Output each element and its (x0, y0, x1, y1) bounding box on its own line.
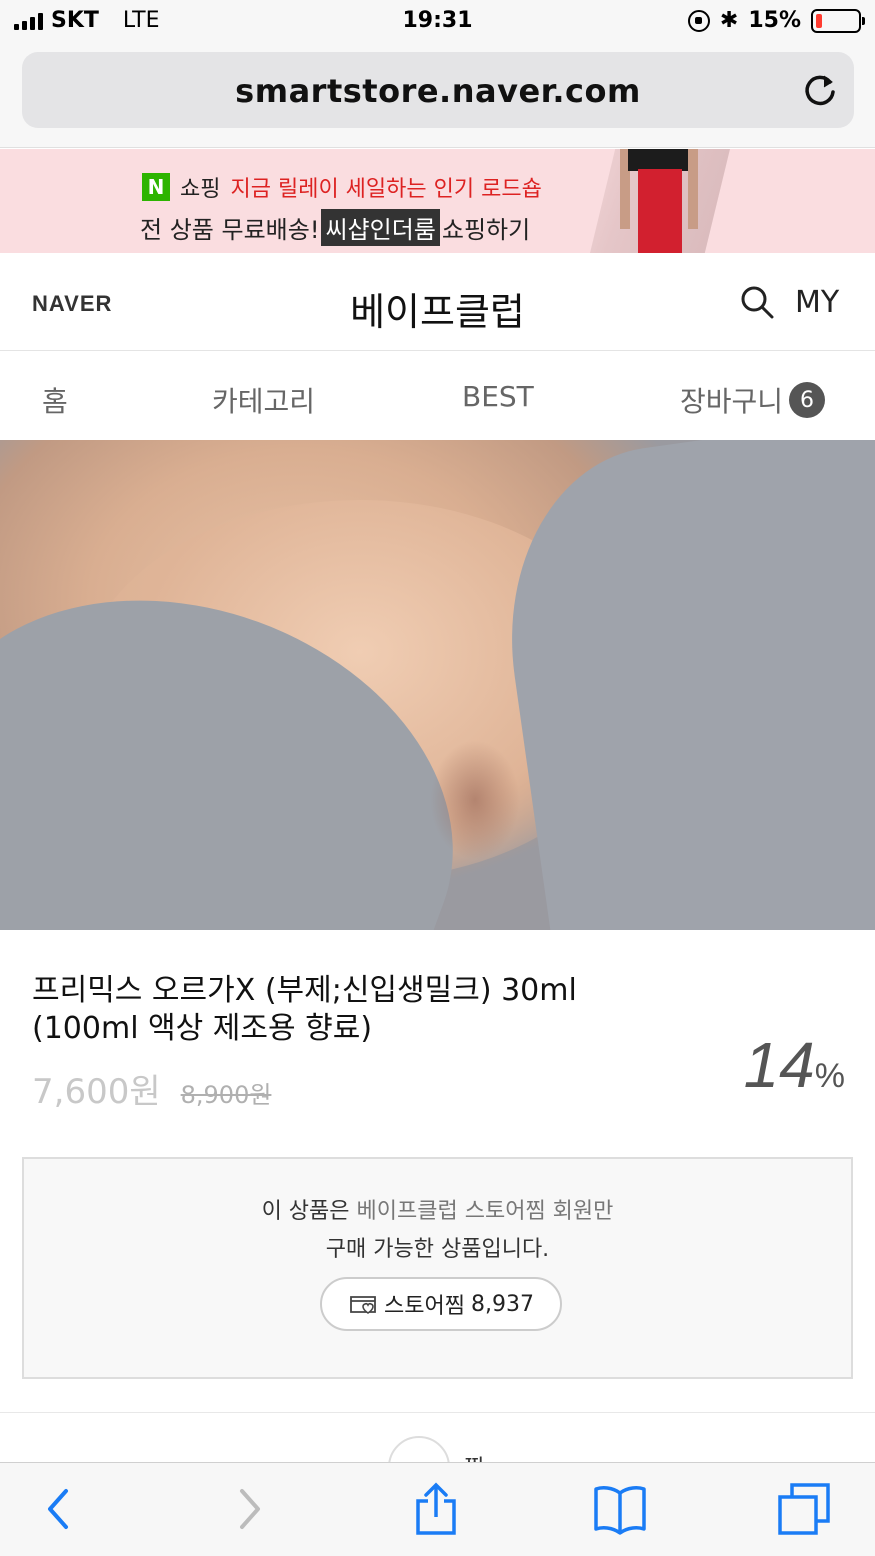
tabs-icon[interactable] (776, 1481, 832, 1537)
follow-label: 스토어찜 (384, 1294, 465, 1319)
discount-rate: 14% (744, 1028, 845, 1102)
my-link[interactable]: MY (795, 285, 839, 320)
banner-brand: 씨샵인더룸 (321, 209, 440, 246)
banner-line2-suffix: 쇼핑하기 (441, 216, 531, 244)
store-heart-icon (350, 1296, 376, 1314)
tab-best[interactable]: BEST (462, 380, 534, 413)
bookmarks-icon[interactable] (592, 1481, 648, 1537)
product-image[interactable] (0, 440, 875, 930)
cart-count-badge: 6 (789, 382, 826, 418)
battery-icon (811, 8, 865, 33)
browser-chrome: smartstore.naver.com (0, 44, 875, 148)
forward-icon[interactable] (222, 1481, 278, 1537)
product-title: 프리믹스 오르가X (부제;신입생밀크) 30ml (100ml 액상 제조용 … (32, 973, 577, 1046)
url-text[interactable]: smartstore.naver.com (22, 72, 854, 110)
status-bar: SKT LTE 19:31 ✱ 15% (0, 0, 875, 44)
sale-price: 7,600원 (32, 1072, 161, 1112)
ad-banner[interactable]: N 쇼핑 지금 릴레이 세일하는 인기 로드숍 전 상품 무료배송! 씨샵인더룸… (0, 149, 875, 253)
browser-toolbar (0, 1462, 875, 1556)
battery-percent: 15% (748, 8, 801, 33)
bluetooth-icon: ✱ (719, 8, 739, 33)
discount-unit: % (814, 1057, 845, 1095)
member-msg-store: 베이프클럽 스토어찜 회원만 (356, 1199, 614, 1224)
original-price: 8,900원 (180, 1081, 272, 1109)
address-bar[interactable]: smartstore.naver.com (22, 52, 854, 128)
follow-count: 8,937 (470, 1291, 534, 1317)
search-icon[interactable] (740, 285, 774, 319)
member-message: 이 상품은 베이프클럽 스토어찜 회원만 구매 가능한 상품입니다. (24, 1193, 851, 1269)
store-tabs: 홈 카테고리 BEST 장바구니 6 (0, 352, 875, 440)
tab-home[interactable]: 홈 (42, 380, 68, 420)
discount-value: 14 (743, 1029, 815, 1101)
store-follow-button[interactable]: 스토어찜 8,937 (320, 1277, 562, 1331)
orientation-lock-icon (687, 9, 710, 32)
reload-icon[interactable] (800, 70, 840, 110)
banner-line2: 전 상품 무료배송! 씨샵인더룸 쇼핑하기 (140, 209, 530, 246)
banner-line2-prefix: 전 상품 무료배송! (140, 216, 320, 244)
member-msg-prefix: 이 상품은 (261, 1199, 357, 1224)
section-divider (0, 1412, 875, 1413)
banner-line1: N 쇼핑 지금 릴레이 세일하는 인기 로드숍 (142, 171, 542, 203)
member-only-notice: 이 상품은 베이프클럽 스토어찜 회원만 구매 가능한 상품입니다. 스토어찜 … (22, 1157, 853, 1379)
price-row: 7,600원 8,900원 (32, 1064, 271, 1113)
tab-cart-label: 장바구니 (680, 385, 784, 418)
store-header: NAVER 베이프클럽 MY (0, 253, 875, 351)
banner-promo-text: 지금 릴레이 세일하는 인기 로드숍 (230, 177, 542, 202)
banner-shopping-label: 쇼핑 (180, 177, 221, 202)
tab-cart[interactable]: 장바구니 6 (680, 380, 826, 420)
naver-n-icon: N (142, 173, 170, 201)
back-icon[interactable] (30, 1481, 86, 1537)
share-icon[interactable] (408, 1481, 464, 1537)
member-msg-line2: 구매 가능한 상품입니다. (325, 1237, 550, 1262)
tab-category[interactable]: 카테고리 (212, 380, 315, 420)
status-right: ✱ 15% (687, 8, 865, 33)
banner-model-photo (590, 149, 730, 253)
